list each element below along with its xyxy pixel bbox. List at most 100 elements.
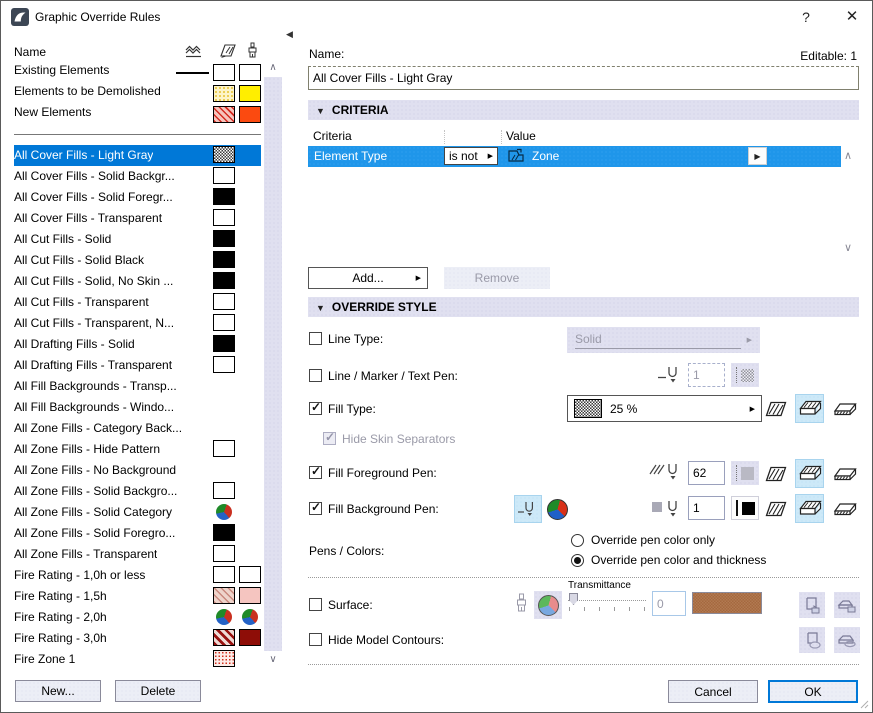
rule-item[interactable]: All Zone Fills - Solid Backgro...	[14, 481, 261, 502]
fill-type-dropdown[interactable]: 25 % ▶	[567, 395, 762, 422]
name-label: Name:	[309, 47, 345, 61]
bg-cover-toggle[interactable]	[795, 494, 824, 523]
transmittance-slider-track[interactable]	[568, 600, 646, 601]
bg-drafting-toggle[interactable]	[832, 497, 858, 521]
line-type-value: Solid	[575, 332, 741, 349]
rule-item[interactable]: All Cover Fills - Solid Backgr...	[14, 166, 261, 187]
operator-dropdown[interactable]: is not ▶	[444, 147, 498, 165]
cancel-button[interactable]: Cancel	[668, 680, 758, 703]
hide-skin-separators-checkbox[interactable]	[323, 430, 336, 445]
fg-pen-color-button[interactable]	[731, 461, 759, 485]
ok-button[interactable]: OK	[768, 680, 858, 703]
transmittance-input[interactable]	[652, 591, 686, 616]
rule-label: All Drafting Fills - Transparent	[14, 358, 173, 372]
collapse-panel-icon[interactable]: ◀	[286, 29, 293, 40]
fill-type-cover-toggle[interactable]	[795, 394, 824, 423]
rule-item[interactable]: All Cut Fills - Solid, No Skin ...	[14, 271, 261, 292]
predefined-item[interactable]: New Elements	[14, 105, 261, 126]
rules-scrollbar[interactable]: ∧ ∨	[264, 61, 282, 667]
rule-item[interactable]: All Zone Fills - Category Back...	[14, 418, 261, 439]
rule-swatch	[213, 230, 235, 247]
hide-skin-separators-label: Hide Skin Separators	[342, 432, 456, 446]
criteria-scroll-up-icon[interactable]: ∧	[844, 149, 852, 162]
fill-type-cut-toggle[interactable]	[764, 397, 788, 421]
bg-pen-mode-button[interactable]	[514, 495, 542, 523]
scroll-down-icon[interactable]: ∨	[264, 653, 282, 667]
override-pen-color-thickness-label: Override pen color and thickness	[591, 553, 767, 567]
rule-item[interactable]: All Drafting Fills - Transparent	[14, 355, 261, 376]
hide-model-contours-checkbox[interactable]	[309, 633, 322, 646]
override-style-section-header[interactable]: ▼ OVERRIDE STYLE	[308, 297, 859, 317]
rule-swatch	[213, 440, 235, 457]
bg-pen-number-input[interactable]	[688, 496, 725, 520]
surface-color-button[interactable]	[534, 591, 562, 619]
value-picker-button[interactable]: ▶	[748, 147, 767, 165]
fg-cover-toggle[interactable]	[795, 459, 824, 488]
fg-drafting-toggle[interactable]	[832, 462, 858, 486]
line-type-dropdown[interactable]: Solid ▶	[567, 327, 760, 353]
resize-grip[interactable]	[860, 700, 869, 709]
rule-item[interactable]: All Fill Backgrounds - Windo...	[14, 397, 261, 418]
rule-item[interactable]: All Cover Fills - Transparent	[14, 208, 261, 229]
rule-item[interactable]: All Zone Fills - Transparent	[14, 544, 261, 565]
fill-foreground-pen-checkbox[interactable]	[309, 464, 322, 479]
help-button[interactable]: ?	[794, 5, 818, 29]
new-button[interactable]: New...	[15, 680, 101, 702]
fill-background-pen-checkbox[interactable]	[309, 500, 322, 515]
bg-cut-toggle[interactable]	[764, 497, 788, 521]
surface-checkbox[interactable]	[309, 598, 322, 611]
rule-item[interactable]: Fire Rating - 2,0h	[14, 607, 261, 628]
rule-swatch	[239, 566, 261, 583]
surface-preview-swatch[interactable]	[692, 592, 762, 614]
criteria-row[interactable]: Element Type is not ▶ Zone ▶	[308, 146, 841, 167]
add-criteria-button[interactable]: Add... ▶	[308, 267, 428, 289]
line-type-checkbox[interactable]	[309, 332, 322, 345]
rule-item[interactable]: Fire Rating - 1,0h or less	[14, 565, 261, 586]
bg-color-mode-button[interactable]	[546, 498, 568, 520]
scroll-up-icon[interactable]: ∧	[264, 61, 282, 75]
remove-criteria-button[interactable]: Remove	[444, 267, 550, 289]
rule-item[interactable]: All Cover Fills - Light Gray	[14, 145, 261, 166]
surface-painted-faces-button[interactable]	[834, 592, 860, 618]
rule-item[interactable]: All Cover Fills - Solid Foregr...	[14, 187, 261, 208]
rule-swatch	[239, 64, 261, 81]
delete-button[interactable]: Delete	[115, 680, 201, 702]
line-pen-color-button[interactable]	[731, 363, 759, 387]
rule-item[interactable]: Fire Rating - 1,5h	[14, 586, 261, 607]
rule-item[interactable]: All Zone Fills - Solid Category	[14, 502, 261, 523]
fg-pen-number-input[interactable]	[688, 461, 725, 485]
fill-type-checkbox[interactable]	[309, 400, 322, 415]
rule-item[interactable]: Fire Rating - 3,0h	[14, 628, 261, 649]
rule-name-input[interactable]	[308, 66, 859, 90]
surface-all-faces-button[interactable]	[799, 592, 825, 618]
override-pen-color-only-radio[interactable]	[571, 534, 584, 547]
rule-swatch	[213, 650, 235, 667]
line-pen-number-input[interactable]	[688, 363, 725, 387]
contours-flat-button[interactable]	[834, 627, 860, 653]
close-icon[interactable]: ✕	[839, 5, 865, 29]
rule-item[interactable]: All Zone Fills - No Background	[14, 460, 261, 481]
rule-item[interactable]: Fire Zone 1	[14, 649, 261, 670]
pie-icon	[216, 504, 232, 520]
rule-item[interactable]: All Zone Fills - Hide Pattern	[14, 439, 261, 460]
predefined-item[interactable]: Elements to be Demolished	[14, 84, 261, 105]
rule-item[interactable]: All Cut Fills - Solid Black	[14, 250, 261, 271]
fg-cut-toggle[interactable]	[764, 462, 788, 486]
rule-item[interactable]: All Cut Fills - Transparent, N...	[14, 313, 261, 334]
rule-item[interactable]: All Cut Fills - Solid	[14, 229, 261, 250]
transmittance-slider-handle[interactable]	[569, 593, 578, 605]
override-pen-color-thickness-radio[interactable]	[571, 554, 584, 567]
criteria-section-header[interactable]: ▼ CRITERIA	[308, 100, 859, 120]
criteria-scroll-down-icon[interactable]: ∨	[844, 241, 852, 254]
fill-type-drafting-toggle[interactable]	[832, 397, 858, 421]
scroll-track[interactable]	[264, 77, 282, 651]
rule-label: All Cover Fills - Light Gray	[14, 148, 154, 162]
predefined-item[interactable]: Existing Elements	[14, 63, 261, 84]
bg-pen-color-button[interactable]	[731, 496, 759, 520]
rule-item[interactable]: All Zone Fills - Solid Foregro...	[14, 523, 261, 544]
line-marker-text-pen-checkbox[interactable]	[309, 369, 322, 382]
rule-item[interactable]: All Drafting Fills - Solid	[14, 334, 261, 355]
rule-item[interactable]: All Cut Fills - Transparent	[14, 292, 261, 313]
rule-item[interactable]: All Fill Backgrounds - Transp...	[14, 376, 261, 397]
contours-3d-button[interactable]	[799, 627, 825, 653]
